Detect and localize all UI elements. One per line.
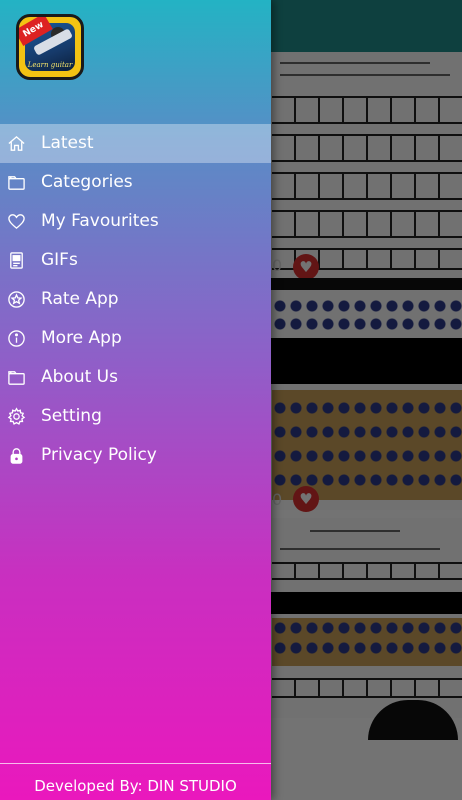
drawer-footer: Developed By: DIN STUDIO	[0, 763, 271, 800]
developer-credit: Developed By: DIN STUDIO	[34, 777, 237, 795]
menu-item-latest[interactable]: Latest	[0, 124, 271, 163]
home-icon	[7, 134, 26, 153]
drawer-menu: Latest Categories My Favourites GIFs Rat…	[0, 124, 271, 475]
menu-item-about-us[interactable]: About Us	[0, 358, 271, 397]
menu-item-my-favourites[interactable]: My Favourites	[0, 202, 271, 241]
heart-icon	[7, 212, 26, 231]
menu-item-setting[interactable]: Setting	[0, 397, 271, 436]
gear-icon	[7, 407, 26, 426]
star-badge-icon	[7, 290, 26, 309]
logo-caption: Learn guitar	[27, 61, 73, 69]
menu-item-rate-app[interactable]: Rate App	[0, 280, 271, 319]
menu-item-gifs[interactable]: GIFs	[0, 241, 271, 280]
menu-item-categories[interactable]: Categories	[0, 163, 271, 202]
folder-icon	[7, 173, 26, 192]
menu-item-more-app[interactable]: More App	[0, 319, 271, 358]
gif-icon	[7, 251, 26, 270]
lock-icon	[7, 446, 26, 465]
info-icon	[7, 329, 26, 348]
navigation-drawer: New Learn guitar Latest Categories My Fa…	[0, 0, 271, 800]
folder-icon	[7, 368, 26, 387]
menu-item-privacy-policy[interactable]: Privacy Policy	[0, 436, 271, 475]
app-logo: New Learn guitar	[16, 14, 84, 80]
